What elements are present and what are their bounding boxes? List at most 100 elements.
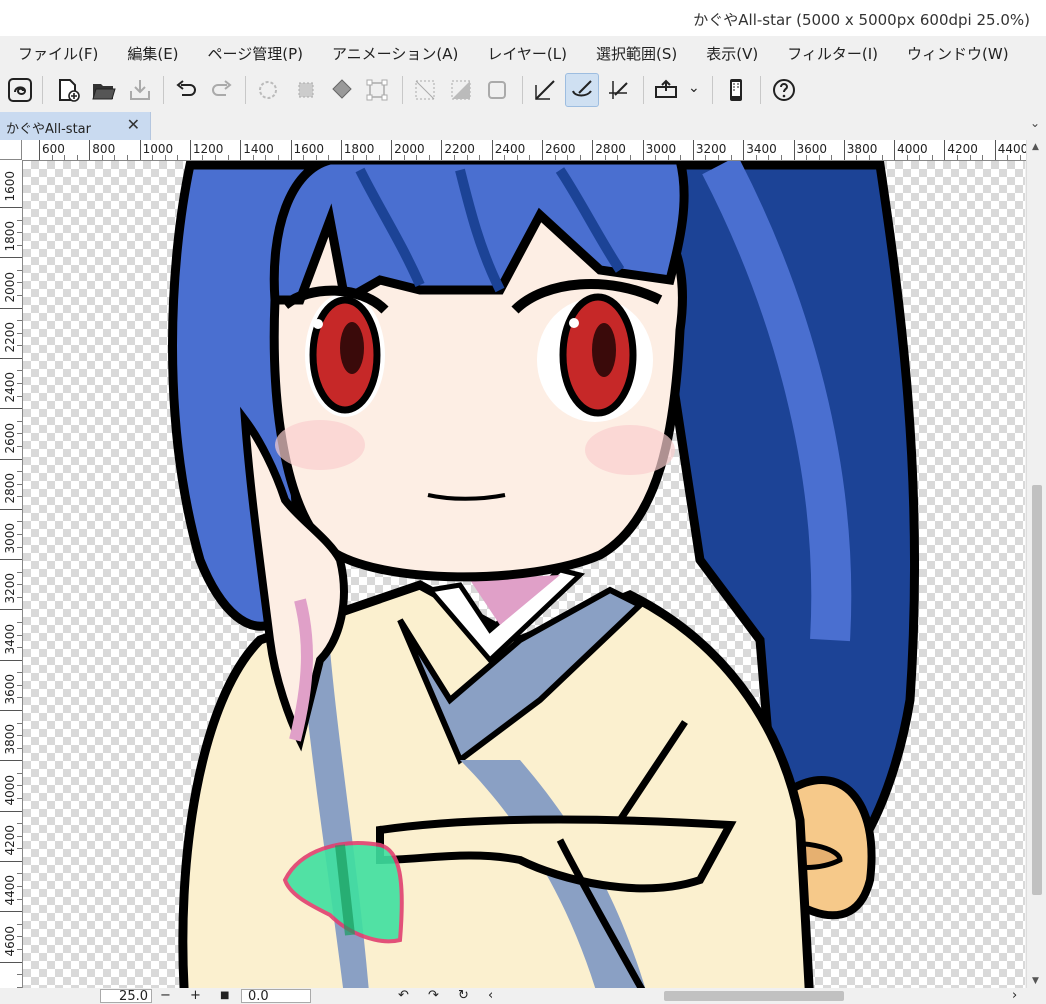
document-tab[interactable]: かぐやAll-star ✕ — [0, 112, 151, 140]
menu-animation[interactable]: アニメーション(A) — [321, 43, 469, 64]
zoom-input[interactable]: 25.0 — [100, 989, 152, 1004]
open-file-icon[interactable] — [87, 73, 121, 107]
smartphone-icon[interactable] — [719, 73, 753, 107]
ruler-minor-tick — [680, 155, 682, 160]
ruler-minor-tick — [17, 295, 22, 297]
vertical-scrollbar[interactable]: ▲ ▼ — [1026, 140, 1046, 988]
ruler-label: 2200 — [3, 321, 17, 353]
ruler-minor-tick — [17, 420, 22, 422]
fill-icon[interactable] — [325, 73, 359, 107]
zoom-in-button[interactable]: + — [190, 988, 201, 1004]
ruler-tick — [542, 140, 543, 160]
ruler-tick — [0, 559, 22, 561]
vertical-ruler[interactable]: 1600 1800 2000 2200 2400 2600 2800 3000 3200 3400… — [0, 160, 23, 988]
ruler-minor-tick — [17, 974, 22, 976]
ruler-minor-tick — [17, 672, 22, 674]
ruler-label: 800 — [92, 142, 116, 156]
rotate-left-icon[interactable]: ↶ — [398, 988, 409, 1004]
ruler-minor-tick — [17, 345, 22, 347]
ruler-label: 2000 — [394, 142, 425, 156]
ruler-label: 1000 — [142, 142, 174, 156]
ruler-tick — [0, 307, 22, 309]
menu-layer[interactable]: レイヤー(L) — [476, 43, 578, 64]
toolbar-separator — [42, 76, 43, 104]
ruler-minor-tick — [17, 433, 22, 435]
ruler-label: 3200 — [695, 142, 727, 156]
ruler-label: 3800 — [846, 142, 878, 156]
tab-overflow-icon[interactable]: ⌄ — [1030, 116, 1040, 130]
menu-page[interactable]: ページ管理(P) — [197, 43, 314, 64]
right-blush — [585, 425, 675, 475]
ruler-minor-tick — [17, 244, 22, 246]
ruler-label: 3400 — [3, 623, 17, 655]
ruler-label: 1800 — [3, 221, 17, 252]
clip-studio-icon[interactable] — [3, 73, 37, 107]
ruler-tick — [743, 140, 745, 160]
ruler-tick — [340, 140, 342, 160]
ruler-minor-tick — [17, 596, 22, 598]
ruler-minor-tick — [479, 155, 481, 160]
menu-bar: ファイル(F) 編集(E) ページ管理(P) アニメーション(A) レイヤー(L… — [0, 36, 1046, 70]
redo-icon[interactable] — [205, 73, 239, 107]
ruler-label: 4400 — [3, 875, 17, 906]
export-dropdown-icon[interactable]: ⌄ — [688, 80, 700, 96]
export-icon[interactable] — [649, 73, 683, 107]
scroll-left-icon[interactable]: ‹ — [488, 988, 493, 1004]
scroll-down-icon[interactable]: ▼ — [1032, 976, 1039, 986]
left-blush — [275, 420, 365, 470]
vertical-scroll-thumb[interactable] — [1032, 485, 1042, 895]
ruler-label: 2600 — [3, 422, 17, 454]
transform-icon[interactable] — [360, 73, 394, 107]
status-bar: 25.0 − + ■ 0.0 ↶ ↷ ↻ ‹ › — [0, 988, 1046, 1004]
snap-special-ruler-icon[interactable] — [565, 73, 599, 107]
ruler-tick — [692, 140, 694, 160]
new-file-icon[interactable] — [51, 73, 85, 107]
scroll-up-icon[interactable]: ▲ — [1032, 142, 1039, 152]
ruler-label: 3600 — [796, 142, 828, 156]
ruler-minor-tick — [277, 155, 279, 160]
rotate-right-icon[interactable]: ↷ — [428, 988, 439, 1004]
horizontal-ruler[interactable]: 600 800 1000 1200 1400 1600 1800 2000 2200 2400 26… — [22, 140, 1026, 161]
undo-icon[interactable] — [169, 73, 203, 107]
ruler-minor-tick — [17, 697, 22, 699]
rotation-input[interactable]: 0.0 — [241, 989, 311, 1004]
ruler-tick — [0, 357, 22, 359]
drawing-canvas[interactable] — [23, 161, 1025, 988]
menu-edit[interactable]: 編集(E) — [116, 43, 189, 64]
invert-selection-icon[interactable] — [444, 73, 478, 107]
snap-grid-icon[interactable] — [601, 73, 635, 107]
ruler-minor-tick — [17, 785, 22, 787]
menu-selection[interactable]: 選択範囲(S) — [585, 43, 688, 64]
deselect-icon[interactable] — [408, 73, 442, 107]
menu-view[interactable]: 表示(V) — [695, 43, 769, 64]
ruler-tick — [441, 140, 443, 160]
stop-icon[interactable]: ■ — [220, 988, 229, 1004]
menu-window[interactable]: ウィンドウ(W) — [896, 43, 1020, 64]
ruler-tick — [0, 810, 22, 812]
ruler-minor-tick — [17, 948, 22, 950]
clear-icon[interactable] — [251, 73, 285, 107]
rotate-reset-icon[interactable]: ↻ — [458, 988, 469, 1004]
help-icon[interactable] — [767, 73, 801, 107]
toolbar-separator — [245, 76, 246, 104]
ruler-tick — [391, 140, 393, 160]
zoom-out-button[interactable]: − — [160, 988, 171, 1004]
ruler-minor-tick — [17, 370, 22, 372]
snap-ruler-icon[interactable] — [528, 73, 562, 107]
ruler-tick — [0, 961, 22, 963]
ruler-label: 2200 — [444, 142, 475, 156]
ruler-minor-tick — [17, 936, 22, 938]
scroll-right-icon[interactable]: › — [1012, 988, 1017, 1004]
clear-outside-icon[interactable] — [289, 73, 323, 107]
ruler-tick — [0, 911, 22, 913]
horizontal-scroll-thumb[interactable] — [664, 991, 844, 1001]
close-tab-icon[interactable]: ✕ — [127, 115, 140, 134]
show-selection-icon[interactable] — [480, 73, 514, 107]
ruler-label: 4600 — [3, 925, 17, 957]
ruler-minor-tick — [17, 546, 22, 548]
ruler-minor-tick — [881, 155, 883, 160]
ruler-minor-tick — [428, 155, 430, 160]
menu-file[interactable]: ファイル(F) — [7, 43, 109, 64]
save-icon[interactable] — [123, 73, 157, 107]
menu-filter[interactable]: フィルター(I) — [776, 43, 889, 64]
